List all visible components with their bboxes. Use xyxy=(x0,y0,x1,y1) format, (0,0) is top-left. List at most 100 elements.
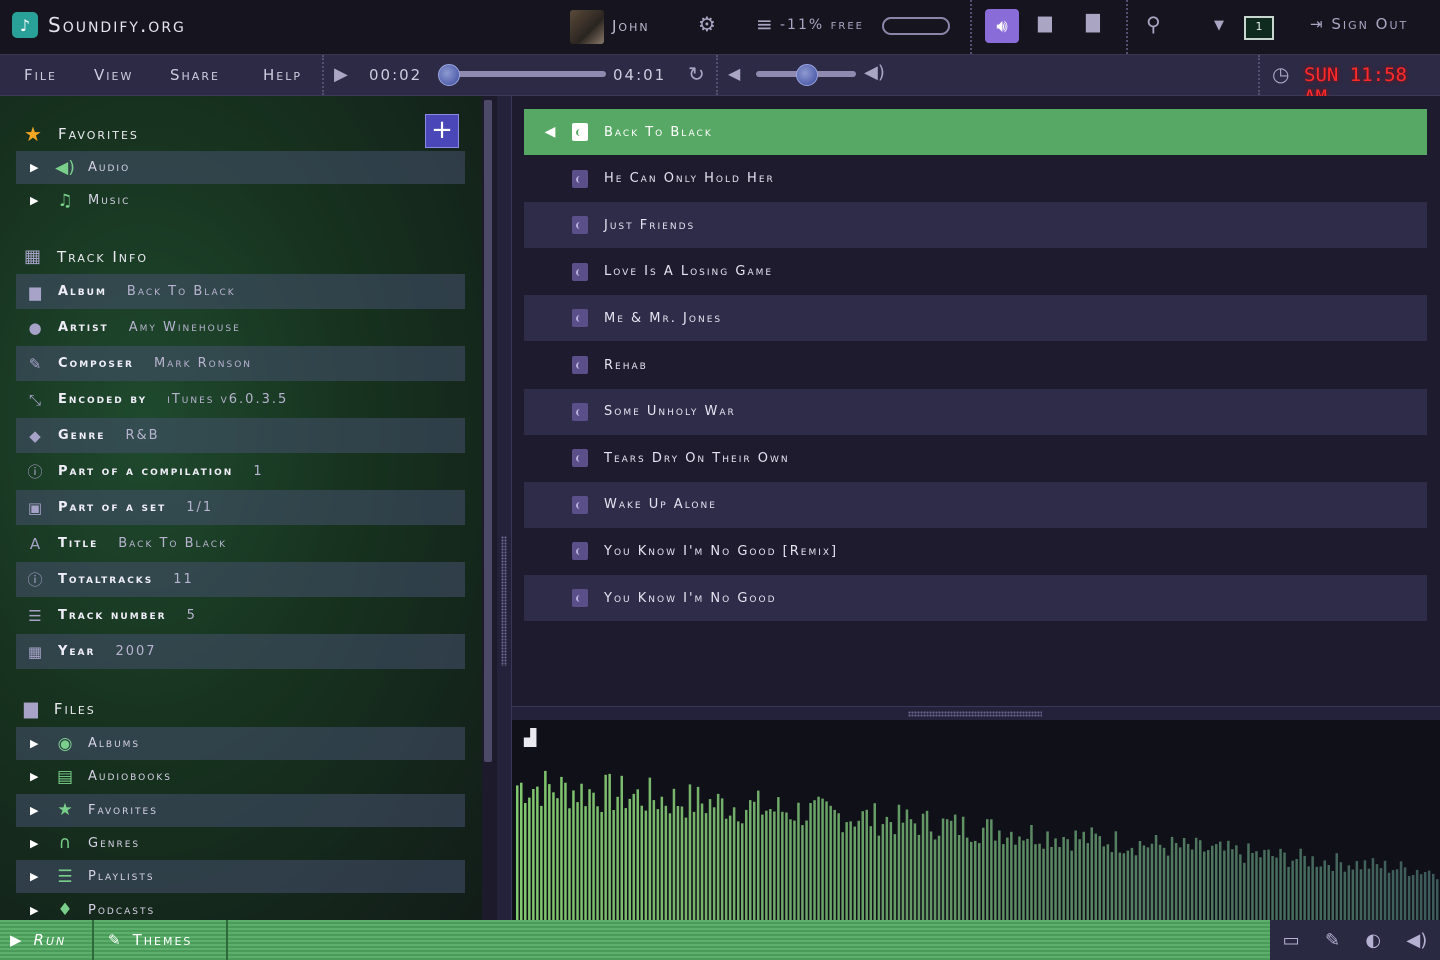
files-item-podcasts[interactable]: ▶ ♦ Podcasts xyxy=(16,894,465,920)
files-item-audiobooks[interactable]: ▶ ▤ Audiobooks xyxy=(16,760,465,793)
run-button[interactable]: ▶ Run xyxy=(10,920,66,960)
expand-arrow-icon[interactable]: ▶ xyxy=(30,870,40,883)
favorite-item-audio[interactable]: ▶ ◀) Audio xyxy=(16,151,465,184)
spectrum-bar xyxy=(801,825,804,920)
spectrum-bar xyxy=(672,788,676,920)
spectrum-bar xyxy=(1046,831,1049,920)
expand-arrow-icon[interactable]: ▶ xyxy=(30,737,40,750)
track-row[interactable]: Wake Up Alone xyxy=(524,481,1427,528)
spectrum-bar xyxy=(580,783,583,920)
spectrum-bar xyxy=(544,770,547,920)
spectrum-bar xyxy=(829,805,832,920)
monitor-icon[interactable]: ▭ xyxy=(1283,930,1300,951)
user-search-icon[interactable]: ⚲ xyxy=(1146,12,1161,36)
volume-down-icon[interactable]: ◀ xyxy=(728,64,740,83)
spectrum-bar xyxy=(1030,825,1033,920)
track-row[interactable]: ◀ Back To Black xyxy=(524,109,1427,155)
spectrum-bar xyxy=(1303,855,1306,920)
play-icon[interactable]: ▶ xyxy=(334,64,348,85)
expand-arrow-icon[interactable]: ▶ xyxy=(30,161,40,174)
spectrum-bar xyxy=(1351,869,1355,920)
spectrum-bar xyxy=(568,808,571,920)
account-badge[interactable]: 1 xyxy=(1244,16,1274,40)
folder-icon[interactable]: ▆ xyxy=(1038,12,1052,33)
avatar[interactable] xyxy=(570,10,604,44)
spectrum-bar xyxy=(761,814,764,920)
expand-arrow-icon[interactable]: ▶ xyxy=(30,837,40,850)
font-icon: A xyxy=(29,534,41,553)
track-row[interactable]: Rehab xyxy=(524,342,1427,388)
track-row[interactable]: Me & Mr. Jones xyxy=(524,295,1427,342)
favorite-item-music[interactable]: ▶ ♫ Music xyxy=(16,184,465,217)
expand-arrow-icon[interactable]: ▶ xyxy=(30,804,40,817)
seek-knob[interactable] xyxy=(437,64,460,86)
expand-arrow-icon[interactable]: ▶ xyxy=(30,194,40,207)
divider xyxy=(1126,0,1128,54)
track-title: Wake Up Alone xyxy=(604,497,717,513)
info-icon: ⓘ xyxy=(27,463,43,481)
track-info-key: Totaltracks xyxy=(58,572,154,587)
volume-knob[interactable] xyxy=(796,64,818,86)
sign-out-button[interactable]: ⇥ Sign Out xyxy=(1310,15,1408,33)
brush-icon[interactable]: ✎ xyxy=(1325,930,1340,951)
gear-icon[interactable]: ⚙ xyxy=(698,12,716,36)
spectrum-bar xyxy=(1211,845,1214,920)
files-item-genres[interactable]: ▶ ∩ Genres xyxy=(16,827,465,860)
vertical-splitter[interactable] xyxy=(497,96,512,920)
spectrum-bar xyxy=(600,812,603,920)
user-name[interactable]: John xyxy=(612,17,650,35)
files-item-playlists[interactable]: ▶ ☰ Playlists xyxy=(16,860,465,894)
sign-out-label: Sign Out xyxy=(1331,15,1409,33)
spectrum-bar xyxy=(572,790,575,920)
repeat-icon[interactable]: ↻ xyxy=(688,62,705,86)
spectrum-bar xyxy=(933,839,937,920)
spectrum-bar xyxy=(1006,837,1009,920)
track-title: Rehab xyxy=(604,357,648,373)
spectrum-bar xyxy=(978,843,981,920)
menu-view[interactable]: View xyxy=(94,66,133,84)
volume-button[interactable]: 🔊︎ xyxy=(985,9,1019,43)
speaker-icon[interactable]: ◀) xyxy=(1406,930,1427,951)
spectrum-bar xyxy=(1287,866,1290,920)
spectrum-bar xyxy=(1215,844,1218,920)
track-row[interactable]: Some Unholy War xyxy=(524,388,1427,435)
track-row[interactable]: He Can Only Hold Her xyxy=(524,156,1427,202)
tag-icon: ◆ xyxy=(29,426,41,445)
track-row[interactable]: Tears Dry On Their Own xyxy=(524,435,1427,481)
track-row[interactable]: Love Is A Losing Game xyxy=(524,249,1427,295)
files-item-albums[interactable]: ▶ ◉ Albums xyxy=(16,727,465,760)
spectrum-bar xyxy=(853,826,856,920)
spectrum-bar xyxy=(1323,860,1326,920)
expand-arrow-icon[interactable]: ▶ xyxy=(30,770,40,783)
track-row[interactable]: You Know I'm No Good xyxy=(524,575,1427,621)
spectrum-bar xyxy=(1339,862,1343,920)
track-row[interactable]: You Know I'm No Good [Remix] xyxy=(524,528,1427,574)
expand-arrow-icon[interactable]: ▶ xyxy=(30,904,40,917)
system-tray: ▭ ✎ ◐ ◀) xyxy=(1270,920,1440,960)
volume-up-icon[interactable]: ◀) xyxy=(864,62,885,83)
sidebar-scrollbar[interactable] xyxy=(484,100,492,762)
files-item-favorites[interactable]: ▶ ★ Favorites xyxy=(16,793,465,827)
track-info-key: Album xyxy=(58,284,107,299)
contrast-icon[interactable]: ◐ xyxy=(1365,930,1381,951)
seek-bar[interactable] xyxy=(440,71,606,77)
files-header: ▆ Files xyxy=(24,698,96,719)
menu-share[interactable]: Share xyxy=(170,66,220,84)
spectrum-bar xyxy=(845,822,848,920)
menu-help[interactable]: Help xyxy=(263,66,302,84)
add-favorite-button[interactable]: + xyxy=(425,114,459,148)
menu-file[interactable]: File xyxy=(24,66,57,84)
themes-button[interactable]: ✎ Themes xyxy=(108,920,192,960)
spectrum-bar xyxy=(865,809,868,920)
spectrum-bar xyxy=(1026,838,1029,920)
spectrum-bar xyxy=(841,832,844,920)
brand[interactable]: ♪ Soundify.org xyxy=(12,12,186,38)
caret-down-icon[interactable]: ▼ xyxy=(1214,18,1224,33)
spectrum-bar xyxy=(1267,849,1270,920)
spectrum-bar xyxy=(1106,844,1110,920)
sidebar: ★ Favorites + ▶ ◀) Audio ▶ ♫ Music ▦ Tra… xyxy=(0,96,482,920)
track-row[interactable]: Just Friends xyxy=(524,202,1427,249)
chat-icon[interactable]: ▇ xyxy=(1086,12,1100,33)
horizontal-splitter[interactable] xyxy=(512,706,1440,721)
spectrum-bar xyxy=(1154,835,1158,920)
